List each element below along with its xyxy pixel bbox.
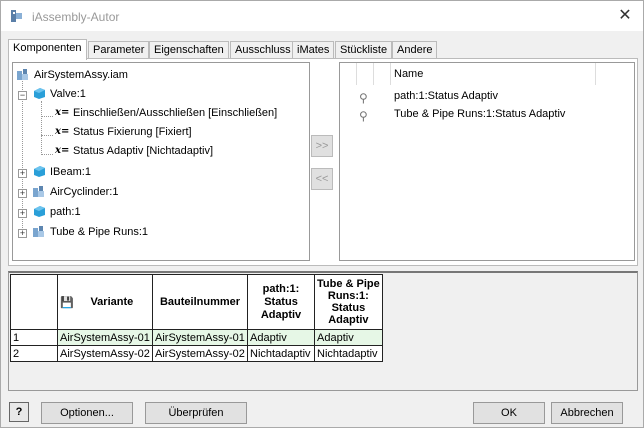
variants-table[interactable]: 💾 Variante Bauteilnummer path:1: Status …: [10, 274, 383, 362]
ueberpruefen-button[interactable]: Überprüfen: [145, 402, 247, 424]
col-header-path-status[interactable]: path:1: Status Adaptiv: [247, 274, 315, 330]
selected-parameter-list[interactable]: Name ⚲ path:1:Status Adaptiv ⚲ Tube & Pi…: [339, 62, 635, 261]
part-cube-icon: [34, 166, 45, 177]
abbrechen-button[interactable]: Abbrechen: [551, 402, 623, 424]
cell-path-status[interactable]: Adaptiv: [247, 329, 315, 346]
subassembly-icon: [33, 186, 44, 197]
cell-path-status[interactable]: Nichtadaptiv: [247, 345, 315, 362]
cell-tube-status[interactable]: Nichtadaptiv: [314, 345, 383, 362]
col-header-bauteilnummer[interactable]: Bauteilnummer: [152, 274, 248, 330]
table-row[interactable]: 1 AirSystemAssy-01 AirSystemAssy-01 Adap…: [10, 329, 383, 346]
tree-line: [41, 101, 42, 155]
cell-tube-status[interactable]: Adaptiv: [314, 329, 383, 346]
assembly-icon: [17, 69, 28, 80]
expand-icon[interactable]: +: [18, 229, 27, 238]
tree-item-label: Valve:1: [50, 88, 86, 100]
cell-bauteilnummer[interactable]: AirSystemAssy-01: [152, 329, 248, 346]
tree-item-label: path:1: [50, 206, 81, 218]
tree-line: [41, 135, 53, 136]
tab-andere[interactable]: Andere: [392, 41, 438, 59]
col-header-variante[interactable]: 💾 Variante: [57, 274, 153, 330]
col-header-line: Status: [264, 295, 298, 308]
parameter-icon: x=: [55, 107, 70, 118]
save-icon: 💾: [60, 296, 74, 309]
tab-parameter[interactable]: Parameter: [88, 41, 150, 59]
component-tree[interactable]: AirSystemAssy.iam − Valve:1 x= Einschlie…: [12, 62, 310, 261]
iassembly-author-dialog: iAssembly-Autor ✕ Komponenten Parameter …: [0, 0, 644, 428]
list-item-label: path:1:Status Adaptiv: [394, 90, 498, 102]
key-icon: ⚲: [359, 109, 368, 123]
variants-grid-area: 💾 Variante Bauteilnummer path:1: Status …: [8, 271, 638, 391]
list-header-name-label: Name: [394, 68, 424, 80]
parameter-icon: x=: [55, 145, 70, 156]
tree-item-label: Status Fixierung [Fixiert]: [73, 126, 192, 138]
tab-imates[interactable]: iMates: [292, 41, 335, 59]
col-header-line: Runs:1:: [327, 290, 369, 302]
tree-item-label: Tube & Pipe Runs:1: [50, 226, 149, 238]
list-item-label: Tube & Pipe Runs:1:Status Adaptiv: [394, 108, 566, 120]
parameter-icon: x=: [55, 126, 70, 137]
iassembly-app-icon: [11, 10, 22, 22]
list-header-col: [357, 63, 374, 85]
col-header-line: Tube & Pipe: [317, 278, 380, 290]
tree-item-label: Einschließen/Ausschließen [Einschließen]: [73, 107, 278, 119]
tab-stueckliste[interactable]: Stückliste: [335, 41, 393, 59]
expand-icon[interactable]: +: [18, 169, 27, 178]
list-header-col: [340, 63, 357, 85]
list-header: Name: [340, 63, 634, 85]
tree-item-label: AirCyclinder:1: [50, 186, 119, 198]
help-button[interactable]: ?: [9, 402, 29, 422]
cell-bauteilnummer[interactable]: AirSystemAssy-02: [152, 345, 248, 362]
col-header-line: Status: [331, 302, 366, 314]
add-to-list-button[interactable]: >>: [311, 135, 333, 157]
col-header-line: Adaptiv: [260, 308, 302, 321]
tree-item-label: IBeam:1: [50, 166, 91, 178]
tree-item-label: Status Adaptiv [Nichtadaptiv]: [73, 145, 214, 157]
tree-root-label: AirSystemAssy.iam: [34, 69, 128, 81]
tab-eigenschaften[interactable]: Eigenschaften: [149, 41, 229, 59]
optionen-button[interactable]: Optionen...: [41, 402, 133, 424]
cell-variante[interactable]: AirSystemAssy-01: [57, 329, 153, 346]
tab-panel-komponenten: AirSystemAssy.iam − Valve:1 x= Einschlie…: [8, 58, 638, 266]
list-header-name[interactable]: Name: [391, 63, 596, 85]
row-header-corner: [10, 274, 58, 330]
col-header-label: Variante: [90, 295, 134, 308]
expand-icon[interactable]: +: [18, 209, 27, 218]
part-cube-icon: [34, 206, 45, 217]
expand-icon[interactable]: +: [18, 189, 27, 198]
part-cube-icon: [34, 88, 45, 99]
help-icon: ?: [15, 406, 23, 418]
close-icon: ✕: [618, 7, 632, 24]
tab-komponenten[interactable]: Komponenten: [8, 39, 87, 60]
list-header-col: [374, 63, 391, 85]
col-header-line: path:1:: [262, 282, 300, 295]
collapse-icon[interactable]: −: [18, 91, 27, 100]
tree-line: [41, 154, 53, 155]
cell-variante[interactable]: AirSystemAssy-02: [57, 345, 153, 362]
col-header-line: Adaptiv: [328, 314, 369, 326]
tree-line: [41, 116, 53, 117]
row-number[interactable]: 1: [10, 329, 58, 346]
window-title: iAssembly-Autor: [32, 10, 120, 24]
col-header-tube-status[interactable]: Tube & Pipe Runs:1: Status Adaptiv: [314, 274, 383, 330]
remove-from-list-button[interactable]: <<: [311, 168, 333, 190]
row-number[interactable]: 2: [10, 345, 58, 362]
ok-button[interactable]: OK: [473, 402, 545, 424]
key-icon: ⚲: [359, 91, 368, 105]
subassembly-icon: [33, 226, 44, 237]
tab-ausschluss[interactable]: Ausschluss: [230, 41, 296, 59]
title-bar: iAssembly-Autor ✕: [1, 1, 643, 31]
table-row[interactable]: 2 AirSystemAssy-02 AirSystemAssy-02 Nich…: [10, 345, 383, 362]
close-button[interactable]: ✕: [615, 6, 635, 26]
